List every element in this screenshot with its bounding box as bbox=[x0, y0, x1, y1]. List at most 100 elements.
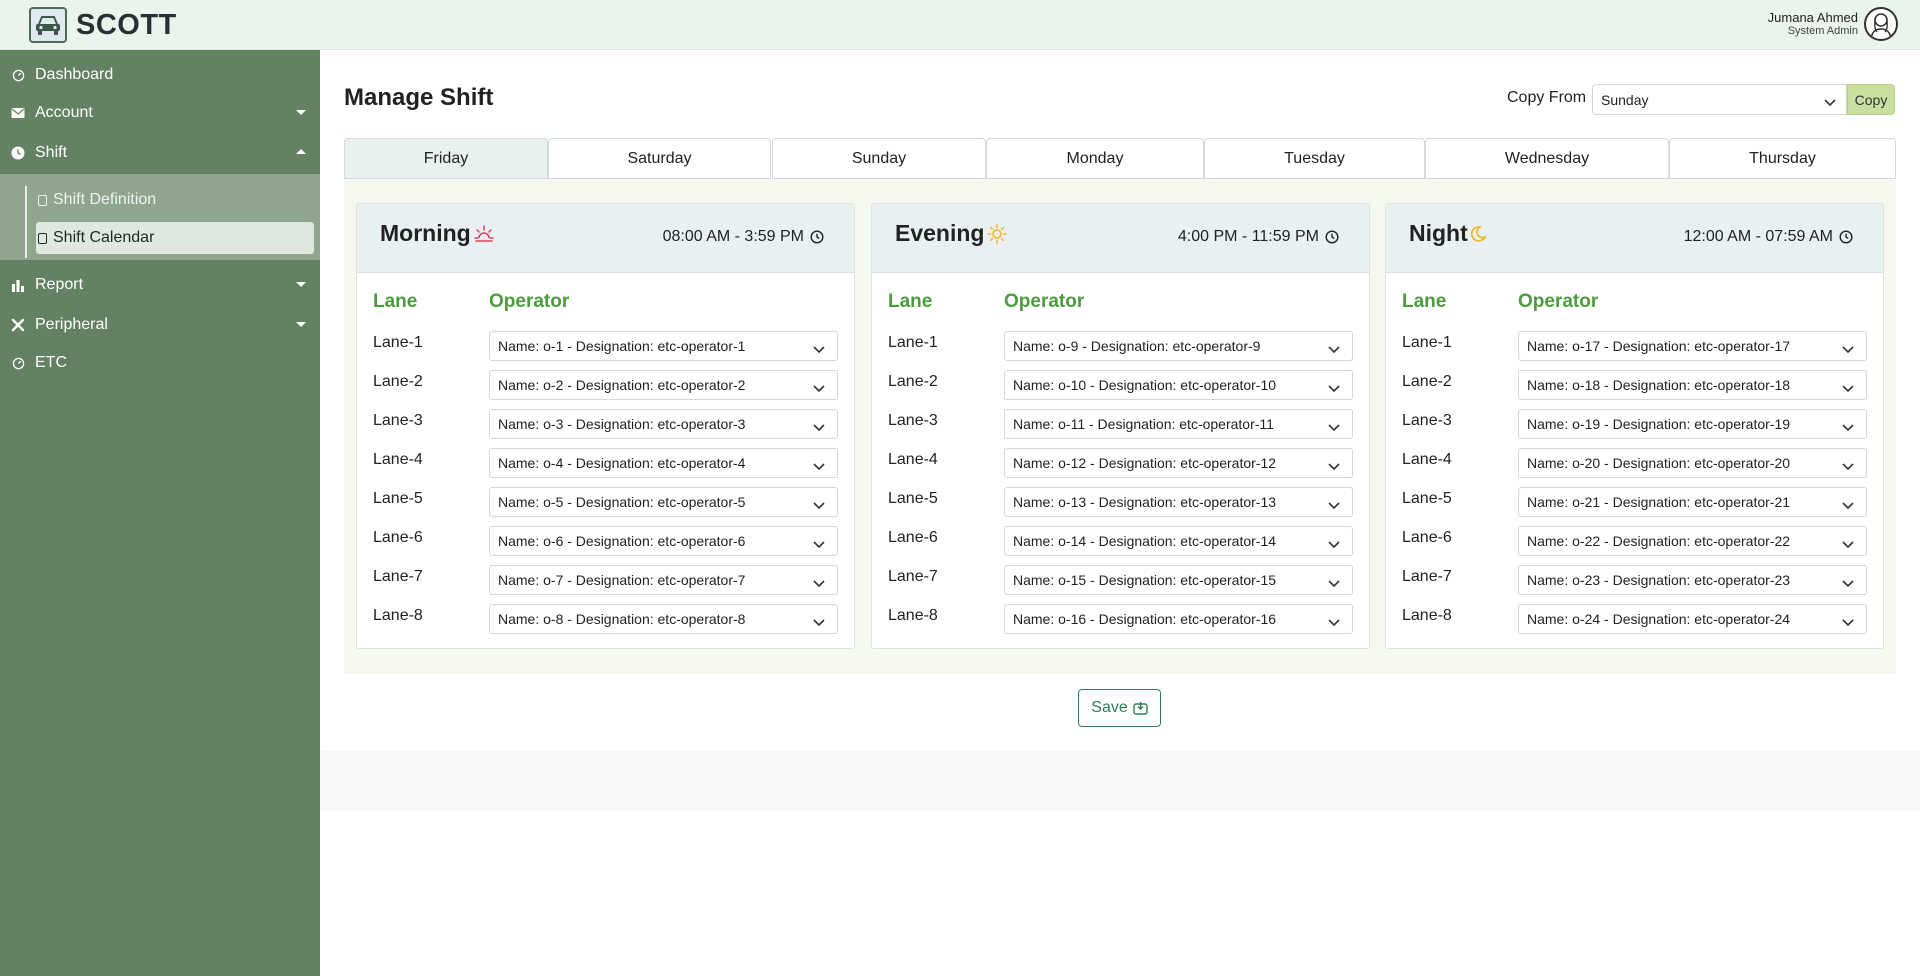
operator-select[interactable]: Name: o-4 - Designation: etc-operator-4 bbox=[489, 448, 838, 478]
sidebar-item-label: ETC bbox=[35, 354, 67, 371]
lane-label: Lane-1 bbox=[373, 334, 423, 351]
sidebar-item-label: Shift Calendar bbox=[53, 229, 155, 246]
operator-select[interactable]: Name: o-23 - Designation: etc-operator-2… bbox=[1518, 565, 1867, 595]
operator-select[interactable]: Name: o-17 - Designation: etc-operator-1… bbox=[1518, 331, 1867, 361]
operator-select[interactable]: Name: o-16 - Designation: etc-operator-1… bbox=[1004, 604, 1353, 634]
calendar-icon bbox=[38, 232, 47, 244]
sidebar-item-etc[interactable]: ETC bbox=[0, 345, 320, 381]
shift-time: 4:00 PM - 11:59 PM bbox=[1178, 228, 1339, 246]
chevron-up-icon bbox=[296, 149, 306, 154]
tab-sunday[interactable]: Sunday bbox=[772, 138, 986, 179]
sidebar-item-peripheral[interactable]: Peripheral bbox=[0, 307, 320, 343]
lane-column-header: Lane bbox=[373, 291, 418, 312]
chevron-down-icon bbox=[1842, 575, 1854, 591]
tab-wednesday[interactable]: Wednesday bbox=[1425, 138, 1669, 179]
save-button[interactable]: Save bbox=[1078, 689, 1161, 727]
sidebar-item-label: Shift bbox=[35, 144, 68, 161]
operator-select[interactable]: Name: o-6 - Designation: etc-operator-6 bbox=[489, 526, 838, 556]
operator-select[interactable]: Name: o-9 - Designation: etc-operator-9 bbox=[1004, 331, 1353, 361]
lane-label: Lane-4 bbox=[888, 451, 938, 468]
operator-select[interactable]: Name: o-1 - Designation: etc-operator-1 bbox=[489, 331, 838, 361]
operator-select[interactable]: Name: o-8 - Designation: etc-operator-8 bbox=[489, 604, 838, 634]
lane-label: Lane-3 bbox=[373, 412, 423, 429]
sidebar-item-shift-calendar[interactable]: Shift Calendar bbox=[36, 222, 314, 254]
operator-select[interactable]: Name: o-21 - Designation: etc-operator-2… bbox=[1518, 487, 1867, 517]
sidebar-item-shift-definition[interactable]: Shift Definition bbox=[36, 184, 314, 216]
brand[interactable]: SCOTT bbox=[29, 6, 177, 44]
sidebar-item-shift[interactable]: Shift bbox=[0, 135, 320, 171]
operator-select[interactable]: Name: o-15 - Designation: etc-operator-1… bbox=[1004, 565, 1353, 595]
shift-time: 12:00 AM - 07:59 AM bbox=[1684, 228, 1853, 246]
clock-icon bbox=[10, 145, 26, 161]
sun-icon bbox=[987, 223, 1008, 244]
chevron-down-icon bbox=[296, 322, 306, 327]
lane-label: Lane-6 bbox=[888, 529, 938, 546]
copy-from-select[interactable]: Sunday bbox=[1592, 84, 1847, 115]
operator-select[interactable]: Name: o-2 - Designation: etc-operator-2 bbox=[489, 370, 838, 400]
operator-column-header: Operator bbox=[1518, 291, 1599, 312]
sidebar-item-label: Shift Definition bbox=[53, 191, 157, 208]
lane-label: Lane-4 bbox=[1402, 451, 1452, 468]
lane-label: Lane-3 bbox=[888, 412, 938, 429]
lane-label: Lane-6 bbox=[373, 529, 423, 546]
lane-label: Lane-7 bbox=[888, 568, 938, 585]
operator-select[interactable]: Name: o-12 - Designation: etc-operator-1… bbox=[1004, 448, 1353, 478]
moon-icon bbox=[1470, 225, 1487, 243]
chevron-down-icon bbox=[813, 575, 825, 591]
chevron-down-icon bbox=[813, 341, 825, 357]
sidebar-item-label: Dashboard bbox=[35, 66, 114, 83]
lane-label: Lane-1 bbox=[888, 334, 938, 351]
operator-select[interactable]: Name: o-11 - Designation: etc-operator-1… bbox=[1004, 409, 1353, 439]
avatar[interactable] bbox=[1864, 7, 1898, 41]
lane-label: Lane-7 bbox=[373, 568, 423, 585]
shift-name: Morning bbox=[380, 220, 494, 247]
operator-select[interactable]: Name: o-13 - Designation: etc-operator-1… bbox=[1004, 487, 1353, 517]
calendar-icon bbox=[38, 194, 47, 206]
clock-icon bbox=[1325, 230, 1339, 244]
chevron-down-icon bbox=[296, 282, 306, 287]
operator-column-header: Operator bbox=[1004, 291, 1085, 312]
tab-tuesday[interactable]: Tuesday bbox=[1204, 138, 1425, 179]
chevron-down-icon bbox=[1842, 614, 1854, 630]
tab-friday[interactable]: Friday bbox=[344, 138, 548, 179]
copy-button[interactable]: Copy bbox=[1847, 84, 1895, 115]
dashboard-icon bbox=[10, 67, 26, 83]
tab-monday[interactable]: Monday bbox=[986, 138, 1204, 179]
operator-select[interactable]: Name: o-20 - Designation: etc-operator-2… bbox=[1518, 448, 1867, 478]
user-menu[interactable]: Jumana Ahmed System Admin bbox=[1768, 7, 1898, 41]
chevron-down-icon bbox=[1824, 94, 1836, 110]
clock-icon bbox=[810, 230, 824, 244]
chevron-down-icon bbox=[1328, 614, 1340, 630]
chevron-down-icon bbox=[813, 614, 825, 630]
sidebar-item-dashboard[interactable]: Dashboard bbox=[0, 57, 320, 93]
copy-from-label: Copy From bbox=[1507, 89, 1587, 106]
bar-chart-icon bbox=[10, 277, 26, 293]
sidebar-item-report[interactable]: Report bbox=[0, 267, 320, 303]
operator-select[interactable]: Name: o-14 - Designation: etc-operator-1… bbox=[1004, 526, 1353, 556]
lane-label: Lane-2 bbox=[373, 373, 423, 390]
tab-thursday[interactable]: Thursday bbox=[1669, 138, 1896, 179]
car-logo-icon bbox=[29, 7, 67, 43]
shift-submenu: Shift Definition Shift Calendar bbox=[0, 174, 320, 260]
etc-icon bbox=[10, 355, 26, 371]
operator-select[interactable]: Name: o-7 - Designation: etc-operator-7 bbox=[489, 565, 838, 595]
sidebar-item-label: Peripheral bbox=[35, 316, 108, 333]
operator-select[interactable]: Name: o-22 - Designation: etc-operator-2… bbox=[1518, 526, 1867, 556]
lane-label: Lane-2 bbox=[888, 373, 938, 390]
operator-select[interactable]: Name: o-19 - Designation: etc-operator-1… bbox=[1518, 409, 1867, 439]
operator-select[interactable]: Name: o-5 - Designation: etc-operator-5 bbox=[489, 487, 838, 517]
operator-select[interactable]: Name: o-10 - Designation: etc-operator-1… bbox=[1004, 370, 1353, 400]
tab-saturday[interactable]: Saturday bbox=[548, 138, 771, 179]
shift-card-night: Night 12:00 AM - 07:59 AM Lane Operator … bbox=[1385, 203, 1884, 649]
sidebar-item-account[interactable]: Account bbox=[0, 95, 320, 131]
chevron-down-icon bbox=[1328, 419, 1340, 435]
chevron-down-icon bbox=[1328, 536, 1340, 552]
operator-select[interactable]: Name: o-18 - Designation: etc-operator-1… bbox=[1518, 370, 1867, 400]
chevron-down-icon bbox=[296, 110, 306, 115]
user-name: Jumana Ahmed bbox=[1767, 9, 1858, 25]
sidebar: Dashboard Account Shift Shift Definition… bbox=[0, 50, 320, 976]
shift-card-header: Night 12:00 AM - 07:59 AM bbox=[1386, 204, 1883, 273]
operator-select[interactable]: Name: o-3 - Designation: etc-operator-3 bbox=[489, 409, 838, 439]
chevron-down-icon bbox=[1842, 536, 1854, 552]
operator-select[interactable]: Name: o-24 - Designation: etc-operator-2… bbox=[1518, 604, 1867, 634]
